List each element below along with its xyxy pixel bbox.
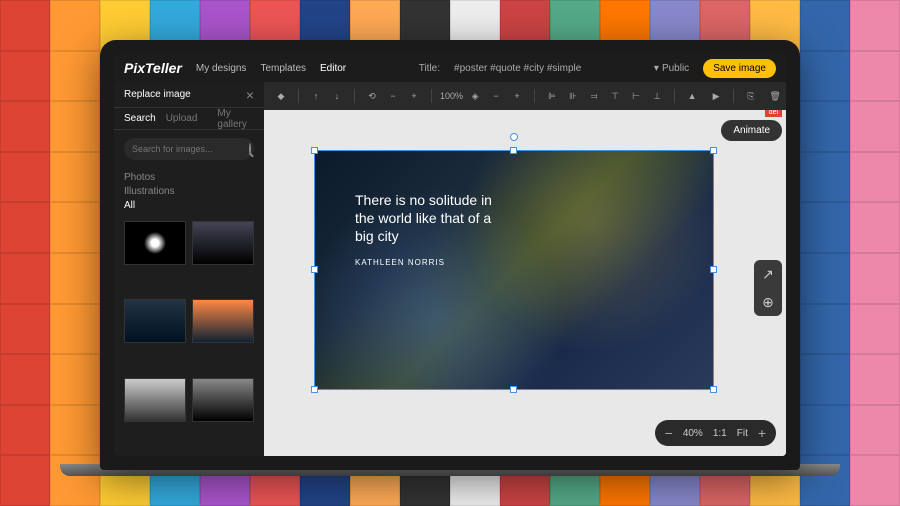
resize-handle[interactable] bbox=[311, 386, 318, 393]
align-top-icon[interactable]: ⊤ bbox=[606, 87, 624, 105]
animate-button[interactable]: Animate bbox=[721, 120, 782, 141]
zoom-fit[interactable]: Fit bbox=[737, 428, 748, 439]
sidebar-tabs: Search Upload My gallery bbox=[114, 108, 264, 130]
design-title[interactable]: #poster #quote #city #simple bbox=[454, 63, 581, 74]
filter-illustrations[interactable]: Illustrations bbox=[124, 186, 254, 197]
copy-icon[interactable]: ⎘ bbox=[742, 87, 760, 105]
align-bottom-icon[interactable]: ⊥ bbox=[648, 87, 666, 105]
rotation-tools: ⟲ − + bbox=[363, 87, 423, 105]
rotate-icon[interactable]: ⟲ bbox=[363, 87, 381, 105]
panel-header: Replace image × bbox=[114, 82, 264, 108]
thumbnail[interactable] bbox=[124, 378, 186, 422]
add-icon[interactable]: ⊕ bbox=[754, 288, 782, 316]
opacity-icon[interactable]: ◈ bbox=[466, 87, 484, 105]
filter-all[interactable]: All bbox=[124, 200, 254, 211]
search-icon[interactable] bbox=[249, 143, 251, 155]
align-tools: ⊫ ⊪ ⫤ ⊤ ⊢ ⊥ bbox=[543, 87, 666, 105]
save-button[interactable]: Save image bbox=[703, 59, 776, 78]
flip-h-icon[interactable]: ▲ bbox=[683, 87, 701, 105]
app-screen: PixTeller My designs Templates Editor Ti… bbox=[114, 54, 786, 456]
resize-handle[interactable] bbox=[710, 386, 717, 393]
resize-handle[interactable] bbox=[710, 147, 717, 154]
delete-tag[interactable]: del bbox=[765, 110, 782, 117]
editor-area: ◆ ↑ ↓ ⟲ − + 100% ◈ − + ⊫ ⊪ bbox=[264, 82, 786, 456]
search-input[interactable] bbox=[132, 144, 249, 154]
quote-content: There is no solitude in the world like t… bbox=[355, 191, 505, 246]
bring-forward-icon[interactable]: ↑ bbox=[307, 87, 325, 105]
zoom-value[interactable]: 40% bbox=[683, 428, 703, 439]
poster-image[interactable]: There is no solitude in the world like t… bbox=[315, 151, 713, 389]
brand-logo[interactable]: PixTeller bbox=[124, 60, 182, 76]
align-left-icon[interactable]: ⊫ bbox=[543, 87, 561, 105]
close-icon[interactable]: × bbox=[246, 87, 254, 103]
nav-editor[interactable]: Editor bbox=[320, 63, 346, 74]
plus-icon[interactable]: + bbox=[405, 87, 423, 105]
delete-icon[interactable]: 🗑 bbox=[766, 87, 784, 105]
sidebar: Replace image × Search Upload My gallery… bbox=[114, 82, 264, 456]
title-label: Title: bbox=[419, 63, 440, 74]
quote-text[interactable]: There is no solitude in the world like t… bbox=[355, 191, 505, 268]
nav-my-designs[interactable]: My designs bbox=[196, 63, 247, 74]
layer-order-tools: ↑ ↓ bbox=[307, 87, 346, 105]
zoom-bar: − 40% 1:1 Fit + bbox=[655, 420, 776, 446]
minus-icon[interactable]: − bbox=[487, 87, 505, 105]
align-middle-icon[interactable]: ⊢ bbox=[627, 87, 645, 105]
opacity-tools: 100% ◈ − + bbox=[440, 87, 526, 105]
resize-handle[interactable] bbox=[510, 147, 517, 154]
tab-my-gallery[interactable]: My gallery bbox=[217, 108, 254, 130]
filter-photos[interactable]: Photos bbox=[124, 172, 254, 183]
shape-tool-icon[interactable]: ◆ bbox=[272, 87, 290, 105]
top-bar: PixTeller My designs Templates Editor Ti… bbox=[114, 54, 786, 82]
align-right-icon[interactable]: ⫤ bbox=[585, 87, 603, 105]
search-box[interactable] bbox=[124, 138, 254, 160]
thumbnail[interactable] bbox=[192, 299, 254, 343]
align-center-icon[interactable]: ⊪ bbox=[564, 87, 582, 105]
opacity-value[interactable]: 100% bbox=[440, 91, 463, 101]
resize-handle[interactable] bbox=[710, 266, 717, 273]
thumbnail[interactable] bbox=[192, 221, 254, 265]
thumbnail[interactable] bbox=[192, 378, 254, 422]
tab-search[interactable]: Search bbox=[124, 113, 156, 124]
thumbnail[interactable] bbox=[124, 221, 186, 265]
export-icon[interactable]: ↗ bbox=[754, 260, 782, 288]
thumbnail[interactable] bbox=[124, 299, 186, 343]
canvas[interactable]: del Animate There is no solitude in the … bbox=[264, 110, 786, 456]
canvas-side-tools: ↗ ⊕ bbox=[754, 260, 782, 316]
thumbnail-grid bbox=[114, 215, 264, 456]
zoom-in-icon[interactable]: + bbox=[758, 425, 766, 441]
visibility-toggle[interactable]: ▾ Public bbox=[654, 63, 689, 74]
panel-title: Replace image bbox=[124, 89, 191, 100]
resize-handle[interactable] bbox=[311, 266, 318, 273]
tab-upload[interactable]: Upload bbox=[166, 113, 198, 124]
visibility-label: Public bbox=[662, 63, 689, 74]
selection-frame[interactable]: There is no solitude in the world like t… bbox=[314, 150, 714, 390]
flip-v-icon[interactable]: ▶ bbox=[707, 87, 725, 105]
rotate-handle[interactable] bbox=[510, 133, 518, 141]
laptop-frame: PixTeller My designs Templates Editor Ti… bbox=[100, 40, 800, 470]
resize-handle[interactable] bbox=[311, 147, 318, 154]
nav-templates[interactable]: Templates bbox=[260, 63, 306, 74]
quote-author: KATHLEEN NORRIS bbox=[355, 258, 505, 268]
filter-list: Photos Illustrations All bbox=[114, 168, 264, 215]
zoom-ratio[interactable]: 1:1 bbox=[713, 428, 727, 439]
toolbar: ◆ ↑ ↓ ⟲ − + 100% ◈ − + ⊫ ⊪ bbox=[264, 82, 786, 110]
send-back-icon[interactable]: ↓ bbox=[328, 87, 346, 105]
plus-icon[interactable]: + bbox=[508, 87, 526, 105]
zoom-out-icon[interactable]: − bbox=[665, 425, 673, 441]
minus-icon[interactable]: − bbox=[384, 87, 402, 105]
resize-handle[interactable] bbox=[510, 386, 517, 393]
